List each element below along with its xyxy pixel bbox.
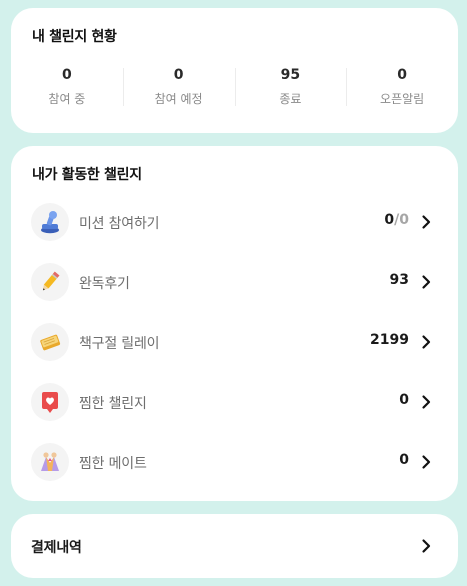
activity-row-relay-value: 2199 (370, 332, 409, 348)
chevron-right-icon (422, 335, 431, 349)
activity-row-reviews[interactable]: 완독후기 93 (11, 259, 458, 305)
activity-row-mission-value: 0/0 (384, 212, 409, 228)
activity-row-favorite-mates-label: 찜한 메이트 (79, 456, 147, 472)
chevron-right-icon (422, 539, 431, 553)
activity-row-favorite-challenges-value: 0 (399, 392, 409, 408)
people-icon (31, 443, 69, 481)
activity-row-favorite-challenges-label: 찜한 챌린지 (79, 396, 147, 412)
activity-row-relay[interactable]: 책구절 릴레이 2199 (11, 319, 458, 365)
chevron-right-icon (422, 455, 431, 469)
chevron-right-icon (422, 215, 431, 229)
activity-row-mission[interactable]: 미션 참여하기 0/0 (11, 199, 458, 245)
payment-history-label: 결제내역 (31, 540, 82, 556)
stat-participating-label: 참여 중 (48, 92, 86, 106)
stat-upcoming[interactable]: 0 참여 예정 (122, 66, 235, 110)
stamp-icon (31, 203, 69, 241)
activity-title: 내가 활동한 챌린지 (32, 167, 142, 183)
activity-row-favorite-mates[interactable]: 찜한 메이트 0 (11, 439, 458, 485)
stat-upcoming-label: 참여 예정 (154, 92, 203, 106)
activity-row-favorite-mates-value: 0 (399, 452, 409, 468)
stat-participating-value: 0 (62, 67, 72, 83)
stat-ended-label: 종료 (279, 92, 302, 106)
activity-row-reviews-label: 완독후기 (79, 276, 130, 292)
activity-row-reviews-value: 93 (389, 272, 409, 288)
challenge-status-stats: 0 참여 중 0 참여 예정 95 종료 0 오픈알림 (11, 66, 458, 110)
stat-open-alert[interactable]: 0 오픈알림 (346, 66, 458, 110)
stat-participating[interactable]: 0 참여 중 (11, 66, 123, 110)
chevron-right-icon (422, 275, 431, 289)
activity-row-relay-label: 책구절 릴레이 (79, 336, 160, 352)
heart-tag-icon (31, 383, 69, 421)
stat-ended-value: 95 (280, 67, 301, 83)
activity-card: 내가 활동한 챌린지 미션 참여하기 0/0 완독후기 93 책구절 릴레이 2… (11, 146, 458, 501)
stat-open-alert-label: 오픈알림 (380, 92, 425, 106)
activity-row-mission-label: 미션 참여하기 (79, 216, 160, 232)
payment-history-button[interactable]: 결제내역 (11, 514, 458, 578)
challenge-status-card: 내 챌린지 현황 0 참여 중 0 참여 예정 95 종료 0 오픈알림 (11, 8, 458, 133)
activity-row-favorite-challenges[interactable]: 찜한 챌린지 0 (11, 379, 458, 425)
chevron-right-icon (422, 395, 431, 409)
stat-upcoming-value: 0 (173, 67, 184, 83)
pencil-icon (31, 263, 69, 301)
challenge-status-title: 내 챌린지 현황 (32, 29, 117, 45)
stat-open-alert-value: 0 (397, 67, 407, 83)
book-icon (31, 323, 69, 361)
stat-ended[interactable]: 95 종료 (234, 66, 347, 110)
